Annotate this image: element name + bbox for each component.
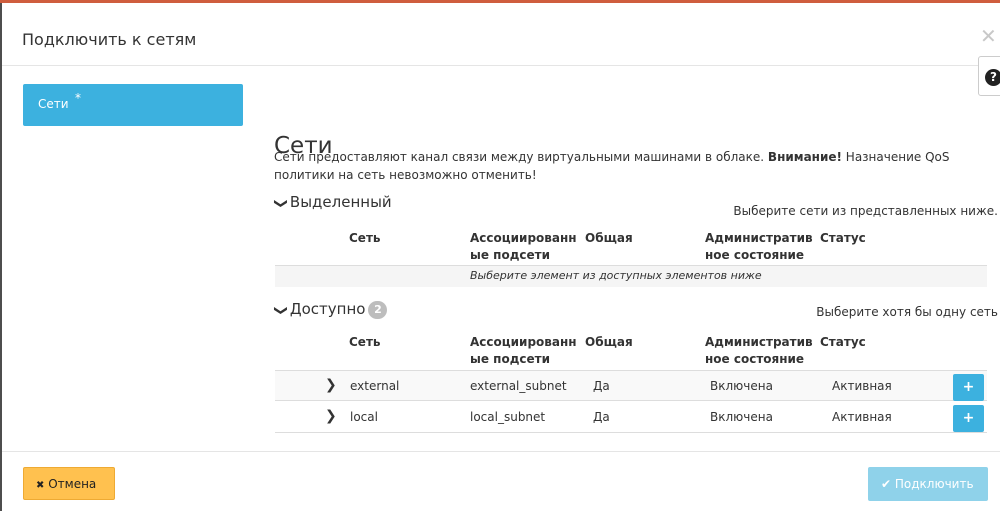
col-subnets-line1: Ассоциированн [470,335,577,349]
expand-row-icon[interactable]: ❯ [325,408,337,424]
cancel-button-content: ✖ Отмена [36,477,96,491]
table-row: ❯ local local_subnet Да Включена Активна… [275,402,987,433]
dialog-title: Подключить к сетям [22,30,197,49]
network-status: Активная [832,410,892,424]
allocated-hint: Выберите сети из представленных ниже. [733,204,998,218]
left-edge-border [0,3,2,511]
network-admin-state: Включена [710,379,773,393]
top-accent-bar [0,0,1000,3]
col-subnets-line2: ые подсети [470,352,551,366]
table-row: ❯ external external_subnet Да Включена А… [275,370,987,401]
footer-divider [2,451,1000,452]
network-subnets: external_subnet [470,379,567,393]
col-admin-state: Административ ное состояние [705,334,813,368]
allocated-empty-row: Выберите элемент из доступных элементов … [275,265,987,287]
tab-networks[interactable]: Сети * [23,84,243,126]
col-admin-line1: Административ [705,335,813,349]
network-shared: Да [593,379,610,393]
help-icon: ? [985,69,1000,86]
col-subnets-line2: ые подсети [470,248,551,262]
check-icon: ✔ [881,477,892,491]
add-network-button[interactable]: + [953,374,984,401]
network-name: local [350,410,378,424]
available-heading: Доступно [289,300,366,318]
col-shared: Общая [585,231,633,245]
cancel-icon: ✖ [36,480,45,491]
col-subnets: Ассоциированн ые подсети [470,334,577,368]
cancel-button[interactable]: ✖ Отмена [23,467,115,500]
section-description: Сети предоставляют канал связи между вир… [274,148,990,184]
connect-button-content: ✔ Подключить [881,477,974,491]
add-network-button[interactable]: + [953,405,984,432]
header-divider [2,65,1000,66]
chevron-down-icon: ❯ [272,305,288,316]
col-network: Сеть [349,231,381,245]
col-shared: Общая [585,335,633,349]
connect-label: Подключить [894,477,974,491]
network-name: external [350,379,400,393]
col-status: Статус [820,335,866,349]
cancel-label: Отмена [48,477,97,491]
network-shared: Да [593,410,610,424]
network-subnets: local_subnet [470,410,546,424]
required-marker: * [75,91,81,105]
col-subnets-line1: Ассоциированн [470,231,577,245]
network-admin-state: Включена [710,410,773,424]
connect-button[interactable]: ✔ Подключить [868,467,988,501]
expand-row-icon[interactable]: ❯ [325,377,337,393]
allocated-group-toggle[interactable]: ❯ Выделенный [272,193,392,211]
col-admin-state: Административ ное состояние [705,230,813,264]
col-admin-line2: ное состояние [705,352,805,366]
tab-networks-label: Сети [38,97,69,111]
col-network: Сеть [349,335,381,349]
description-warning: Внимание! [767,150,842,164]
close-icon[interactable]: ✕ [980,26,997,46]
allocated-heading: Выделенный [289,193,392,211]
network-status: Активная [832,379,892,393]
available-group-toggle[interactable]: ❯ Доступно 2 [272,300,388,319]
available-hint: Выберите хотя бы одну сеть [816,305,998,319]
col-status: Статус [820,231,866,245]
col-admin-line2: ное состояние [705,248,805,262]
chevron-down-icon: ❯ [272,198,288,209]
available-count-badge: 2 [368,300,388,319]
col-admin-line1: Административ [705,231,813,245]
description-text-1: Сети предоставляют канал связи между вир… [274,150,768,164]
col-subnets: Ассоциированн ые подсети [470,230,577,264]
help-button[interactable]: ? [978,56,1000,96]
empty-message: Выберите элемент из доступных элементов … [470,269,762,282]
